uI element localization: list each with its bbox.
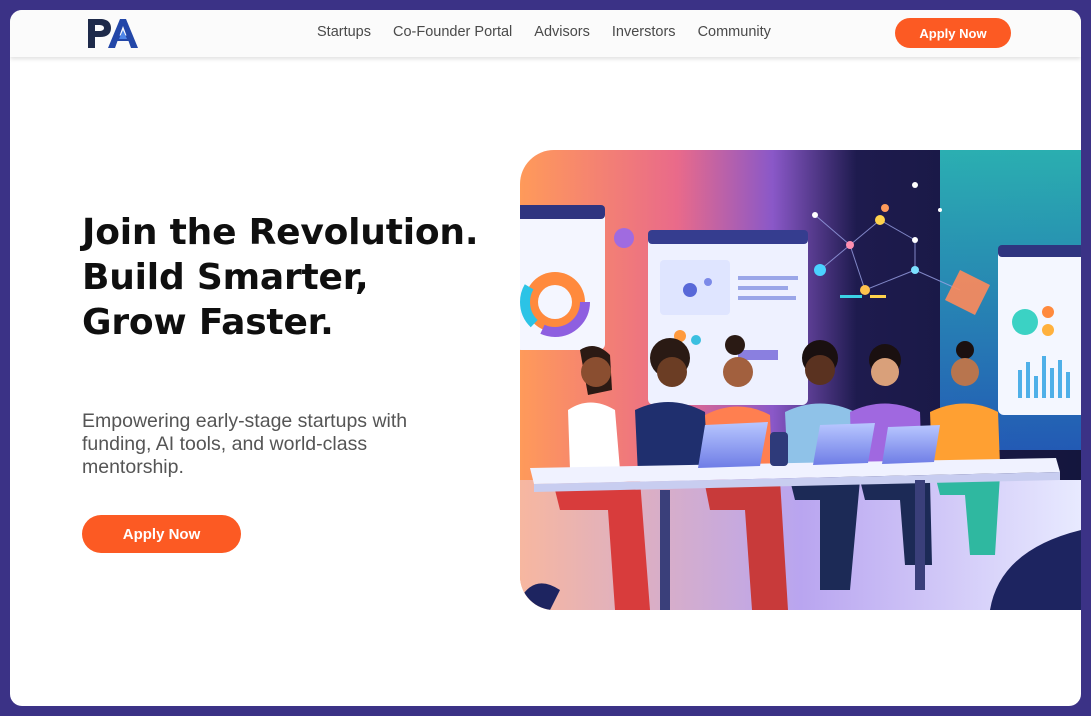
hero-subtitle: Empowering early-stage startups with fun… [82, 410, 408, 478]
hero-title: Join the Revolution. Build Smarter, Grow… [82, 212, 479, 343]
pa-logo[interactable] [86, 16, 138, 50]
nav-link-co-founder-portal[interactable]: Co-Founder Portal [393, 24, 512, 40]
nav-link-investors[interactable]: Inverstors [612, 24, 676, 40]
nav-link-advisors[interactable]: Advisors [534, 24, 590, 40]
team-collaboration-illustration [520, 150, 1081, 610]
nav-apply-now-button[interactable]: Apply Now [895, 18, 1011, 48]
browser-frame: Startups Co-Founder Portal Advisors Inve… [10, 10, 1081, 706]
hero-apply-now-button[interactable]: Apply Now [82, 515, 241, 553]
nav-link-community[interactable]: Community [698, 24, 771, 40]
nav-link-startups[interactable]: Startups [317, 24, 371, 40]
top-navbar: Startups Co-Founder Portal Advisors Inve… [10, 10, 1081, 57]
main-nav: Startups Co-Founder Portal Advisors Inve… [317, 24, 793, 40]
